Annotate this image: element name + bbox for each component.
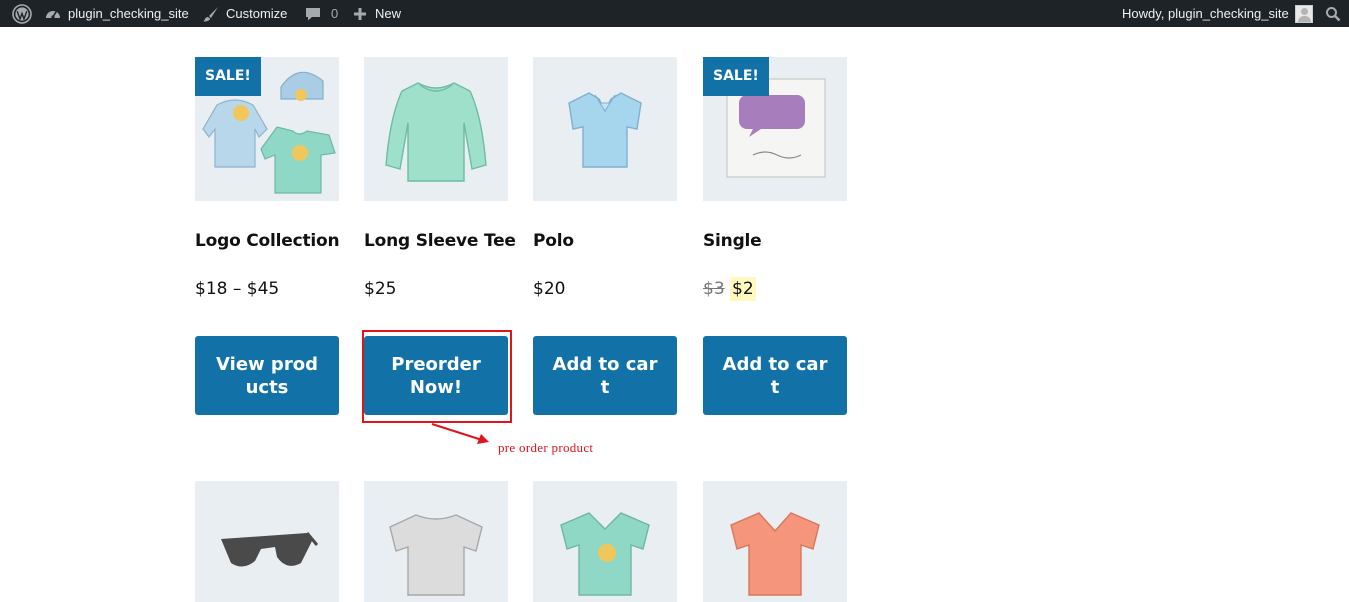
wordpress-logo-button[interactable]	[12, 0, 32, 27]
comment-icon	[306, 7, 320, 20]
comments-link[interactable]: 0	[304, 0, 338, 27]
customize-label: Customize	[226, 6, 288, 21]
admin-bar: plugin_checking_site Customize 0 New How…	[0, 0, 1349, 27]
product-title[interactable]: Logo Collection	[195, 231, 340, 251]
new-label: New	[375, 6, 402, 21]
add-to-cart-button[interactable]: Add to cart	[703, 336, 847, 415]
white-tshirt-image	[389, 514, 483, 596]
long-sleeve-tee-image	[385, 82, 487, 182]
new-content-link[interactable]: New	[352, 0, 401, 27]
brush-icon	[203, 6, 218, 21]
dashboard-icon	[46, 10, 60, 19]
product-image[interactable]	[364, 57, 508, 201]
polo-image	[568, 92, 642, 168]
site-name: plugin_checking_site	[68, 6, 189, 21]
product-image[interactable]	[195, 481, 339, 602]
product-price: $3 $2	[703, 277, 756, 301]
annotation-highlight-box	[362, 330, 512, 423]
product-image[interactable]	[364, 481, 508, 602]
my-account-link[interactable]: Howdy, plugin_checking_site	[1122, 0, 1313, 27]
sunglasses-image	[221, 532, 319, 567]
comments-count: 0	[331, 6, 339, 21]
product-title[interactable]: Single	[703, 231, 762, 251]
search-icon	[1326, 6, 1341, 21]
avatar	[1294, 4, 1313, 23]
orange-vneck-image	[730, 512, 820, 596]
product-price: $20	[533, 279, 566, 299]
sale-price: $2	[730, 277, 756, 301]
howdy-greeting: Howdy, plugin_checking_site	[1122, 6, 1289, 21]
site-name-link[interactable]: plugin_checking_site	[44, 0, 189, 27]
product-image[interactable]	[533, 481, 677, 602]
wordpress-icon	[12, 3, 32, 24]
sale-badge: SALE!	[703, 57, 769, 96]
product-image[interactable]	[703, 481, 847, 602]
product-title[interactable]: Polo	[533, 231, 574, 251]
product-price: $25	[364, 279, 397, 299]
customize-link[interactable]: Customize	[202, 0, 287, 27]
search-button[interactable]	[1325, 0, 1341, 27]
product-price: $18 – $45	[195, 279, 280, 299]
original-price: $3	[703, 279, 725, 299]
product-title[interactable]: Long Sleeve Tee	[364, 231, 516, 251]
plus-icon	[354, 7, 366, 20]
sale-badge: SALE!	[195, 57, 261, 96]
add-to-cart-button[interactable]: Add to cart	[533, 336, 677, 415]
view-products-button[interactable]: View products	[195, 336, 339, 415]
annotation-label: pre order product	[498, 440, 594, 455]
green-vneck-image	[560, 512, 650, 596]
product-image[interactable]	[533, 57, 677, 201]
